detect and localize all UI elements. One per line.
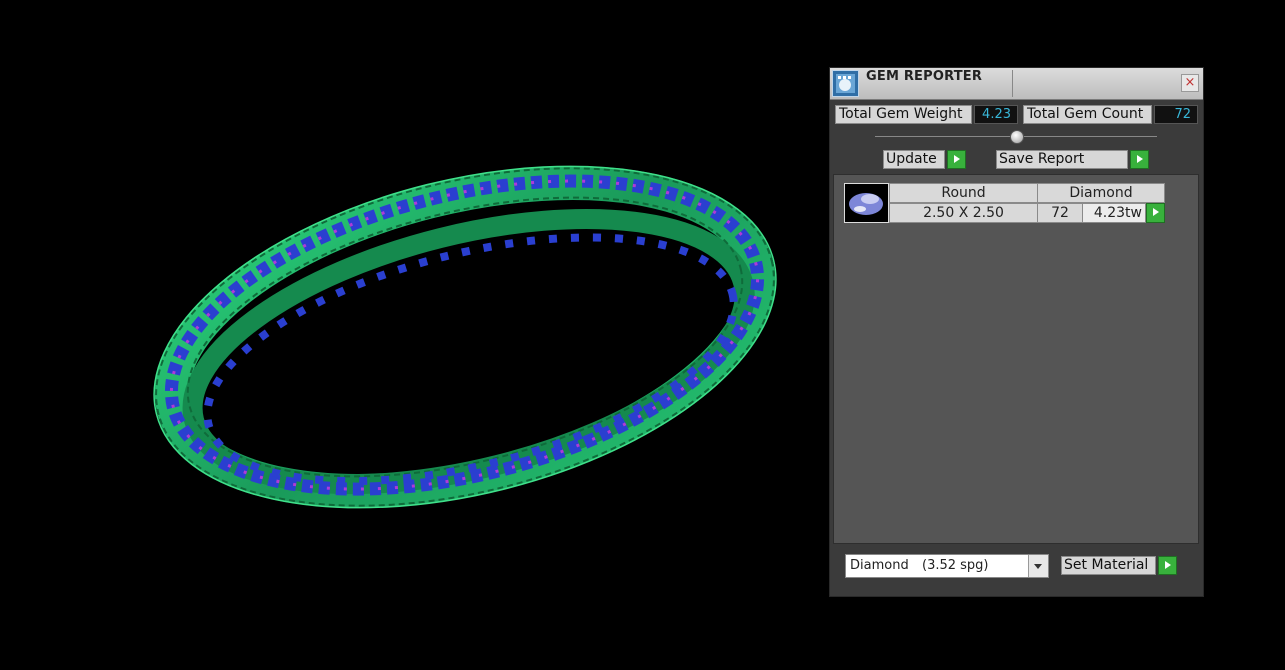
update-button[interactable]: Update [883,150,945,169]
gem-weight: 4.23tw [1082,203,1146,223]
round-diamond-icon [844,183,889,223]
panel-slider-knob[interactable] [1010,130,1024,144]
gem-reporter-panel: GEM REPORTER × Total Gem Weight 4.23 Tot… [829,67,1204,597]
play-arrow-icon[interactable] [1130,150,1149,169]
set-material-button[interactable]: Set Material [1061,556,1156,575]
material-select-spg: (3.52 spg) [922,558,989,573]
play-arrow-icon[interactable] [1146,203,1165,223]
gem-size: 2.50 X 2.50 [889,203,1038,223]
material-select[interactable]: Diamond (3.52 spg) [845,554,1049,578]
material-select-name: Diamond [850,558,909,573]
total-gem-weight-label: Total Gem Weight [835,105,972,124]
gem-count: 72 [1037,203,1083,223]
gem-shape: Round [889,183,1038,203]
title-bar[interactable]: GEM REPORTER × [830,68,1203,100]
save-report-button[interactable]: Save Report [996,150,1128,169]
3d-viewport[interactable] [0,0,820,666]
total-gem-weight-value: 4.23 [974,105,1018,124]
bangle-model [153,165,777,509]
close-icon[interactable]: × [1181,74,1199,92]
panel-title: GEM REPORTER [866,69,983,84]
gem-list[interactable]: Round Diamond 2.50 X 2.50 72 4.23tw [833,174,1199,544]
gem-material: Diamond [1037,183,1165,203]
total-gem-count-value: 72 [1154,105,1198,124]
play-arrow-icon[interactable] [1158,556,1177,575]
total-gem-count-label: Total Gem Count [1023,105,1152,124]
gem-reporter-app-icon [832,70,859,97]
play-arrow-icon[interactable] [947,150,966,169]
chevron-down-icon[interactable] [1028,555,1048,577]
title-divider [1012,70,1013,97]
